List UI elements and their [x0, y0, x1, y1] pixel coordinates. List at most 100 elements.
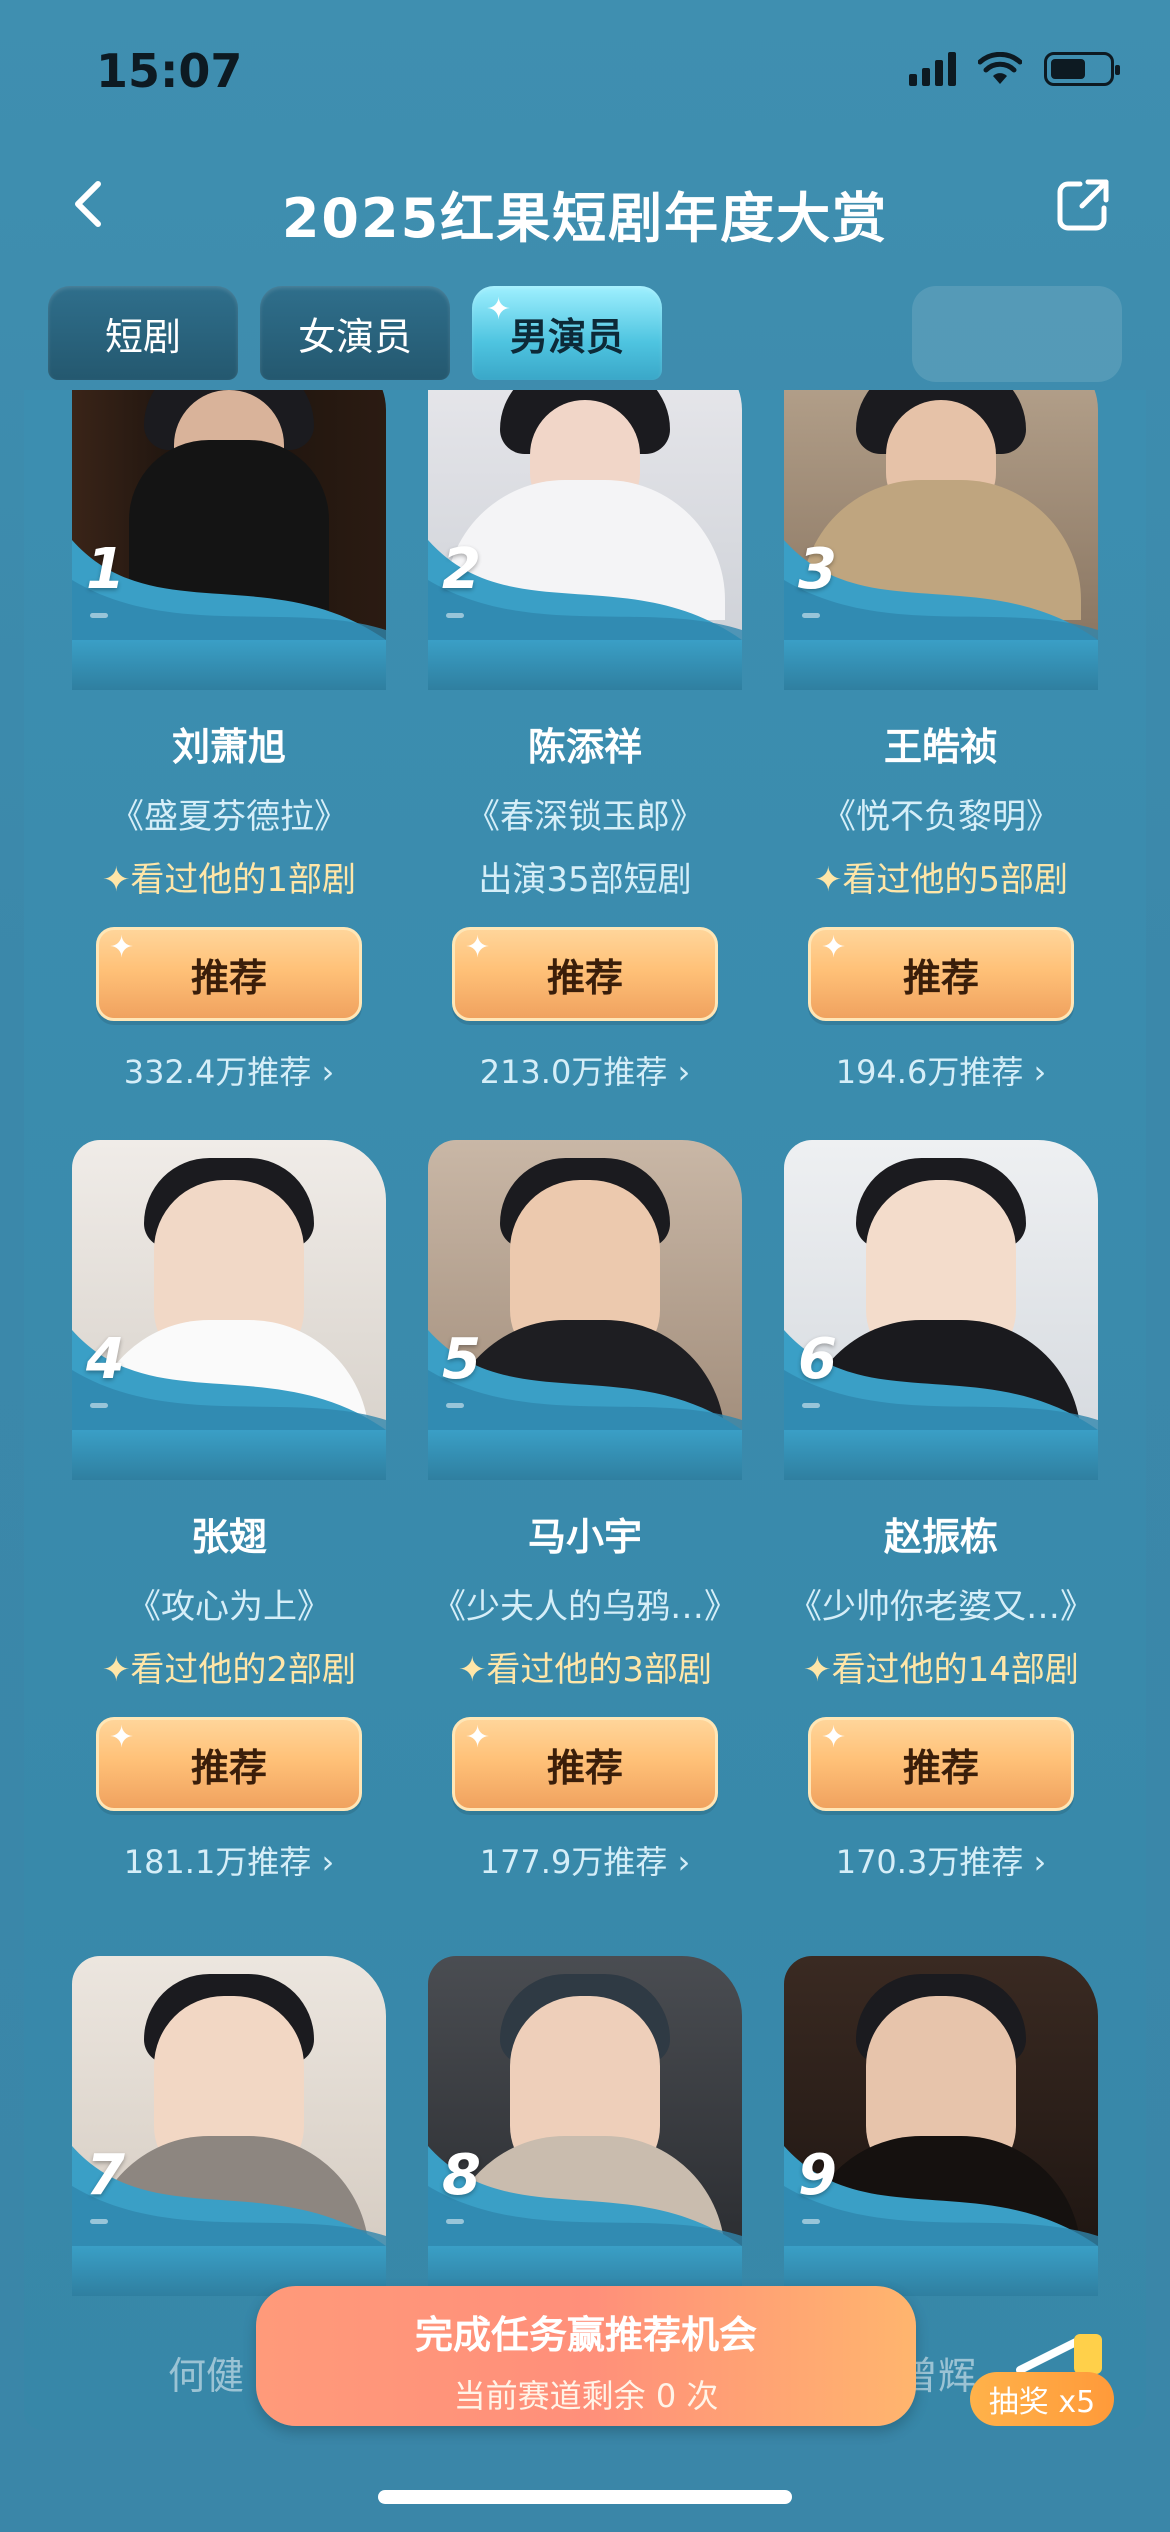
status-time: 15:07 — [96, 44, 243, 98]
recommend-label: 推荐 — [902, 955, 979, 1000]
sparkle-icon: ✦ — [109, 930, 135, 965]
actor-name: 张翅 — [190, 1515, 267, 1559]
drama-title[interactable]: 《悦不负黎明》 — [784, 789, 1098, 838]
lottery-label: 抽奖 x5 — [988, 2385, 1096, 2420]
tab-drama[interactable]: 短剧 — [48, 286, 238, 380]
actor-card: 8 — [428, 1956, 742, 2296]
actor-photo[interactable]: 8 — [428, 1956, 742, 2246]
actor-card: 7 — [72, 1956, 386, 2296]
recommend-count[interactable]: 170.3万推荐 › — [784, 1837, 1098, 1883]
sparkle-icon: ✦ — [465, 930, 491, 965]
actor-photo[interactable]: 9 — [784, 1956, 1098, 2246]
wifi-icon — [978, 52, 1022, 84]
actor-photo[interactable]: 5 — [428, 1140, 742, 1430]
page-title: 2025红果短剧年度大赏 — [281, 187, 889, 250]
recommend-button[interactable]: ✦ 推荐 — [808, 927, 1074, 1021]
actor-card: 4 张翅 《攻心为上》 ✦看过他的2部剧 ✦ 推荐 181.1万推荐 › — [72, 1140, 386, 1883]
recommend-label: 推荐 — [902, 1745, 979, 1790]
recommend-label: 推荐 — [190, 955, 267, 1000]
recommend-label: 推荐 — [546, 955, 623, 1000]
rank-dash — [802, 613, 820, 618]
rank-dash — [90, 2219, 108, 2224]
frame-bottom — [784, 640, 1098, 690]
recommend-label: 推荐 — [190, 1745, 267, 1790]
tab-label: 女演员 — [297, 314, 412, 359]
recommend-count[interactable]: 177.9万推荐 › — [428, 1837, 742, 1883]
lottery-button[interactable]: 抽奖 x5 — [970, 2372, 1114, 2426]
rank-number: 6 — [798, 1327, 837, 1392]
rank-number: 2 — [442, 537, 481, 602]
watched-count: ✦看过他的3部剧 — [457, 1650, 713, 1690]
recommend-count[interactable]: 213.0万推荐 › — [428, 1047, 742, 1093]
actor-photo[interactable]: 3 — [784, 390, 1098, 640]
watched-count: ✦看过他的1部剧 — [101, 860, 357, 900]
rank-number: 8 — [442, 2143, 481, 2208]
rank-dash — [802, 2219, 820, 2224]
recommend-button[interactable]: ✦ 推荐 — [808, 1717, 1074, 1811]
tab-placeholder[interactable] — [912, 286, 1122, 382]
actor-card: 5 马小宇 《少夫人的乌鸦…》 ✦看过他的3部剧 ✦ 推荐 177.9万推荐 › — [428, 1140, 742, 1883]
tab-actor[interactable]: ✦ 男演员 — [472, 286, 662, 380]
actor-card: 1 刘萧旭 《盛夏芬德拉》 ✦看过他的1部剧 ✦ 推荐 332.4万推荐 › — [72, 390, 386, 1093]
rank-number: 3 — [798, 537, 837, 602]
actor-photo[interactable]: 1 — [72, 390, 386, 640]
actor-name: 赵振栋 — [883, 1515, 998, 1559]
actor-card: 9 — [784, 1956, 1098, 2296]
rank-dash — [446, 613, 464, 618]
frame-bottom — [428, 640, 742, 690]
actor-photo[interactable]: 2 — [428, 390, 742, 640]
recommend-button[interactable]: ✦ 推荐 — [452, 1717, 718, 1811]
category-tabs: 短剧 女演员 ✦ 男演员 — [48, 286, 662, 380]
task-subtitle: 当前赛道剩余 0 次 — [453, 2377, 719, 2415]
rank-number: 1 — [86, 537, 125, 602]
sparkle-icon: ✦ — [486, 292, 512, 327]
actor-card: 6 赵振栋 《少帅你老婆又…》 ✦看过他的14部剧 ✦ 推荐 170.3万推荐 › — [784, 1140, 1098, 1883]
tab-actress[interactable]: 女演员 — [260, 286, 450, 380]
sparkle-icon: ✦ — [821, 1720, 847, 1755]
recommend-button[interactable]: ✦ 推荐 — [96, 1717, 362, 1811]
recommend-count[interactable]: 194.6万推荐 › — [784, 1047, 1098, 1093]
frame-bottom — [428, 1430, 742, 1480]
sparkle-icon: ✦ — [821, 930, 847, 965]
recommend-count[interactable]: 181.1万推荐 › — [72, 1837, 386, 1883]
frame-bottom — [72, 640, 386, 690]
actor-ranking-board: 1 刘萧旭 《盛夏芬德拉》 ✦看过他的1部剧 ✦ 推荐 332.4万推荐 › 2 … — [24, 390, 1146, 2430]
recommend-button[interactable]: ✦ 推荐 — [96, 927, 362, 1021]
rank-number: 4 — [86, 1327, 125, 1392]
actor-photo[interactable]: 7 — [72, 1956, 386, 2246]
tab-label: 短剧 — [104, 314, 181, 359]
rank-number: 5 — [442, 1327, 481, 1392]
battery-icon — [1044, 52, 1120, 86]
status-icons — [909, 52, 1120, 86]
drama-title[interactable]: 《盛夏芬德拉》 — [72, 789, 386, 838]
rank-dash — [802, 1403, 820, 1408]
status-bar: 15:07 — [0, 0, 1170, 140]
signal-icon — [909, 52, 956, 86]
watched-count: ✦看过他的5部剧 — [813, 860, 1069, 900]
rank-number: 7 — [86, 2143, 125, 2208]
home-indicator — [378, 2490, 792, 2504]
drama-title[interactable]: 《春深锁玉郎》 — [428, 789, 742, 838]
actor-name: 刘萧旭 — [171, 725, 286, 769]
actor-name: 马小宇 — [527, 1515, 642, 1559]
watched-count: ✦看过他的2部剧 — [101, 1650, 357, 1690]
task-banner[interactable]: 完成任务赢推荐机会 当前赛道剩余 0 次 — [256, 2286, 916, 2426]
recommend-count[interactable]: 332.4万推荐 › — [72, 1047, 386, 1093]
watched-count: 出演35部短剧 — [478, 860, 692, 900]
watched-count: ✦看过他的14部剧 — [803, 1650, 1079, 1690]
drama-title[interactable]: 《少夫人的乌鸦…》 — [428, 1579, 742, 1628]
drama-title[interactable]: 《攻心为上》 — [72, 1579, 386, 1628]
recommend-button[interactable]: ✦ 推荐 — [452, 927, 718, 1021]
share-icon[interactable] — [1054, 176, 1112, 234]
rank-dash — [90, 613, 108, 618]
tab-label: 男演员 — [509, 314, 624, 359]
sparkle-icon: ✦ — [109, 1720, 135, 1755]
rank-dash — [446, 1403, 464, 1408]
frame-bottom — [72, 1430, 386, 1480]
drama-title[interactable]: 《少帅你老婆又…》 — [784, 1579, 1098, 1628]
actor-photo[interactable]: 4 — [72, 1140, 386, 1430]
rank-dash — [90, 1403, 108, 1408]
actor-photo[interactable]: 6 — [784, 1140, 1098, 1430]
actor-name: 陈添祥 — [527, 725, 642, 769]
rank-number: 9 — [798, 2143, 837, 2208]
